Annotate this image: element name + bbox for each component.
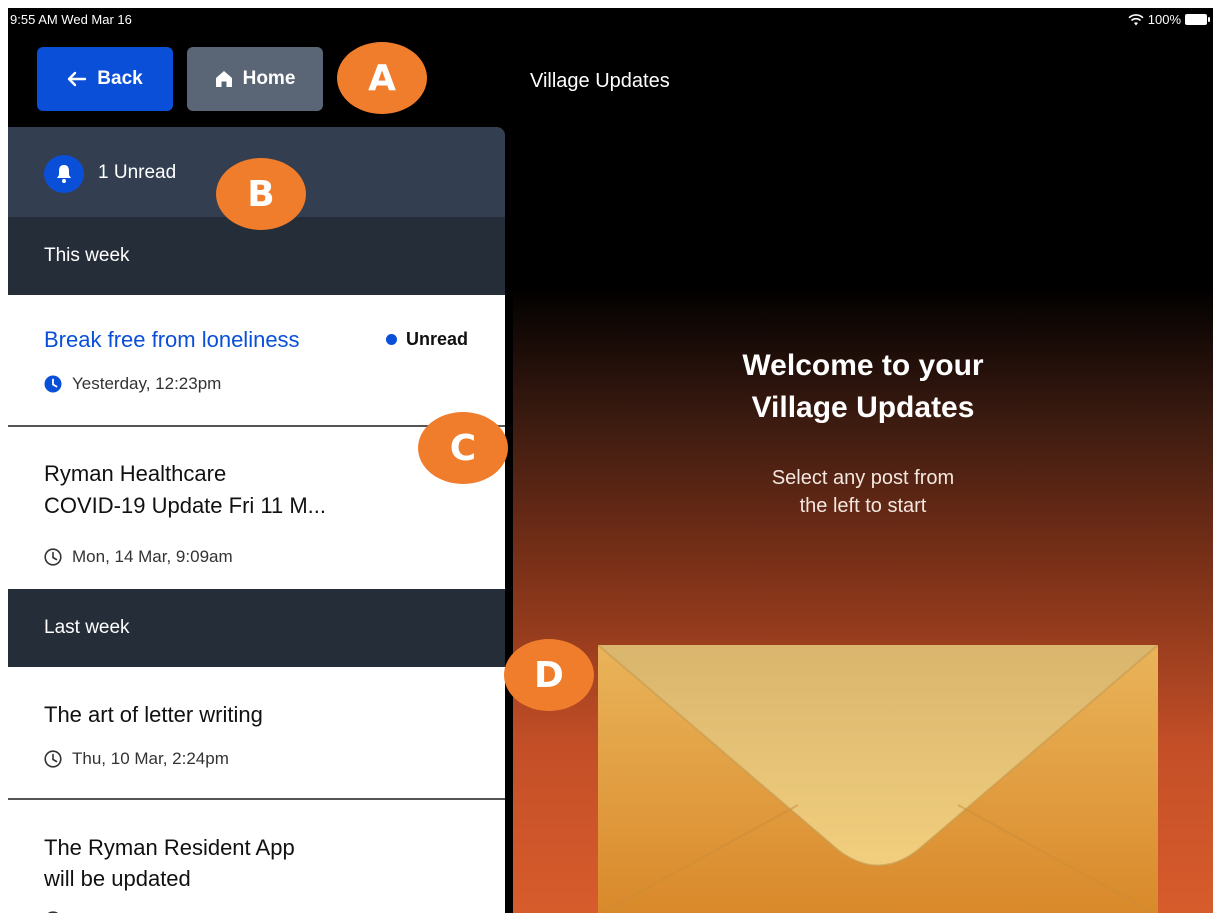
home-button[interactable]: Home bbox=[187, 47, 323, 111]
annotation-badge-a: A bbox=[337, 42, 427, 114]
section-header-last-week: Last week bbox=[8, 589, 505, 667]
post-time: Mon, 14 Mar, 9:09am bbox=[44, 547, 233, 567]
post-time-text: Mon, 14 Mar, 9:09am bbox=[72, 547, 233, 566]
back-button[interactable]: Back bbox=[37, 47, 173, 111]
post-list-item[interactable]: The art of letter writing Thu, 10 Mar, 2… bbox=[8, 667, 505, 798]
battery-icon bbox=[1185, 14, 1210, 25]
welcome-title-line-2: Village Updates bbox=[751, 391, 975, 424]
unread-status-label: Unread bbox=[406, 329, 469, 349]
section-title: Last week bbox=[44, 617, 130, 638]
clock-icon bbox=[44, 750, 62, 768]
post-time-text: Yesterday, 12:23pm bbox=[72, 374, 222, 393]
welcome-subtitle-line-2: the left to start bbox=[799, 495, 927, 517]
annotation-badge-d: D bbox=[504, 639, 594, 711]
post-title-line-1: The Ryman Resident App bbox=[44, 835, 295, 860]
unread-dot-icon bbox=[386, 334, 397, 345]
post-title-line-2: COVID-19 Update Fri 11 M... bbox=[44, 493, 327, 518]
post-list-item[interactable]: Break free from loneliness Unread Yester… bbox=[8, 295, 505, 425]
clock-icon bbox=[44, 548, 62, 566]
post-title-line-2: will be updated bbox=[44, 866, 191, 891]
envelope-illustration bbox=[598, 645, 1158, 913]
welcome-title: Welcome to your Village Updates bbox=[513, 345, 1213, 429]
arrow-left-icon bbox=[68, 71, 87, 87]
welcome-panel: Welcome to your Village Updates Select a… bbox=[513, 127, 1213, 913]
post-time-text: Thu, 10 Mar, 2:24pm bbox=[72, 749, 229, 768]
post-title: Break free from loneliness bbox=[44, 327, 300, 352]
welcome-subtitle-line-1: Select any post from bbox=[771, 467, 955, 489]
home-icon bbox=[215, 71, 232, 87]
annotation-badge-b: B bbox=[216, 158, 306, 230]
home-label: Home bbox=[242, 68, 296, 89]
back-label: Back bbox=[97, 68, 143, 89]
annotation-badge-c: C bbox=[418, 412, 508, 484]
post-title-line-1: Ryman Healthcare bbox=[44, 461, 227, 486]
post-title: The art of letter writing bbox=[44, 702, 263, 727]
status-right: 100% bbox=[1128, 12, 1210, 27]
unread-count: 1 Unread bbox=[98, 162, 177, 183]
wifi-icon bbox=[1128, 13, 1144, 25]
unread-status: Unread bbox=[386, 329, 468, 350]
section-title: This week bbox=[44, 245, 130, 266]
status-time: 9:55 AM Wed Mar 16 bbox=[10, 12, 132, 27]
bell-icon bbox=[44, 155, 84, 193]
battery-percent: 100% bbox=[1147, 12, 1181, 27]
updates-list-panel: 1 Unread This week Break free from lonel… bbox=[8, 127, 505, 913]
welcome-subtitle: Select any post from the left to start bbox=[513, 464, 1213, 520]
app-frame: 9:55 AM Wed Mar 16 100% Back Home A Vill… bbox=[8, 8, 1213, 913]
page-title: Village Updates bbox=[530, 70, 670, 92]
post-list-item[interactable]: The Ryman Resident App will be updated bbox=[8, 800, 505, 913]
welcome-title-line-1: Welcome to your bbox=[742, 349, 984, 382]
clock-icon bbox=[44, 375, 62, 393]
post-time: Thu, 10 Mar, 2:24pm bbox=[44, 749, 229, 769]
post-time: Yesterday, 12:23pm bbox=[44, 374, 221, 394]
status-bar: 9:55 AM Wed Mar 16 100% bbox=[8, 8, 1213, 32]
